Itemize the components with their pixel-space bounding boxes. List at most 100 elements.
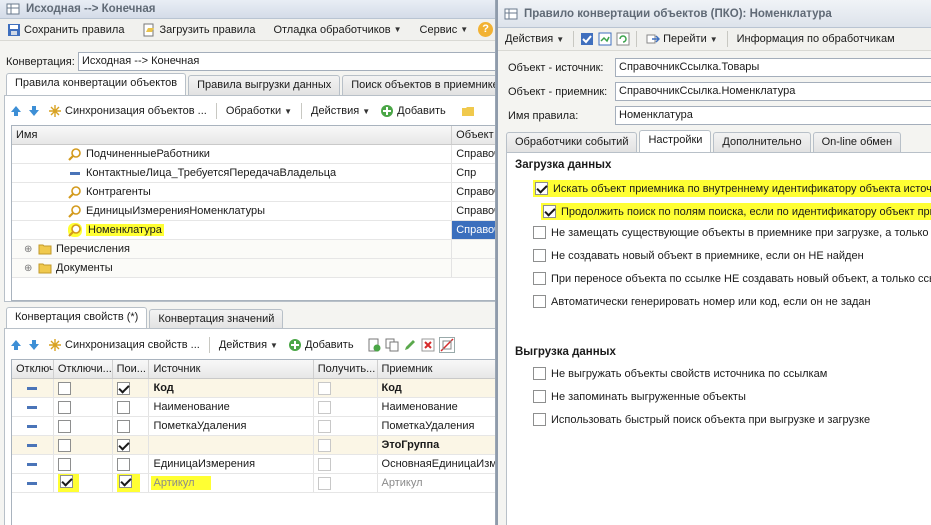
expand-plus-icon[interactable]: ⊕	[24, 244, 32, 255]
search-checkbox[interactable]	[118, 475, 132, 488]
column-header-source[interactable]: Источник	[149, 360, 314, 378]
tab-value-conversion[interactable]: Конвертация значений	[149, 309, 284, 329]
tab-property-conversion[interactable]: Конвертация свойств (*)	[6, 307, 148, 329]
option-checkbox-row[interactable]: Продолжить поиск по полям поиска, если п…	[541, 203, 931, 220]
search-checkbox[interactable]	[116, 419, 130, 433]
debug-handlers-menu[interactable]: Отладка обработчиков ▼	[270, 23, 404, 37]
expand-plus-icon[interactable]: ⊕	[24, 263, 32, 274]
column-header-disabled[interactable]: Отключи...	[12, 360, 54, 378]
get-checkbox[interactable]	[317, 476, 331, 490]
option-checkbox-row[interactable]: Не замещать существующие объекты в прием…	[533, 226, 931, 239]
get-checkbox[interactable]	[317, 457, 331, 471]
table-row[interactable]: Артикул Артикул	[12, 474, 495, 493]
disable-checkbox[interactable]	[59, 475, 73, 488]
table-row[interactable]: Код Код	[12, 379, 495, 398]
get-checkbox[interactable]	[317, 400, 331, 414]
table-row[interactable]: ПодчиненныеРаботники Справоч	[12, 145, 495, 164]
column-header-object[interactable]: Объект	[452, 126, 495, 144]
search-checkbox[interactable]	[116, 400, 130, 414]
column-header-name[interactable]: Имя	[12, 126, 453, 144]
option-checkbox[interactable]	[543, 205, 556, 218]
column-header-get[interactable]: Получить...	[314, 360, 378, 378]
delete-icon[interactable]	[421, 338, 435, 352]
table-row[interactable]: ⊕ Документы	[12, 259, 495, 278]
sync-objects-button[interactable]: Синхронизация объектов ...	[45, 103, 210, 119]
table-row[interactable]: ПометкаУдаления ПометкаУдаления	[12, 417, 495, 436]
get-checkbox[interactable]	[317, 381, 331, 395]
column-header-disable-flag[interactable]: Отключи...	[54, 360, 113, 378]
column-header-receiver[interactable]: Приемник	[378, 360, 495, 378]
option-checkbox-row[interactable]: Автоматически генерировать номер или код…	[533, 295, 871, 308]
help-button[interactable]: ?	[475, 21, 495, 38]
arrow-down-icon[interactable]	[27, 338, 41, 352]
tab-settings[interactable]: Настройки	[639, 130, 712, 152]
option-checkbox-row[interactable]: Не создавать новый объект в приемнике, е…	[533, 249, 864, 262]
properties-actions-menu[interactable]: Действия ▼	[216, 338, 281, 352]
handlers-menu[interactable]: Обработки ▼	[223, 104, 295, 118]
option-checkbox-row[interactable]: Не выгружать объекты свойств источника п…	[533, 367, 827, 380]
conversion-field[interactable]: Исходная --> Конечная	[78, 52, 495, 71]
table-row[interactable]: ⊕ Перечисления	[12, 240, 495, 259]
disable-checkbox[interactable]	[57, 400, 71, 414]
dialog-actions-menu[interactable]: Действия ▼	[502, 32, 567, 46]
goto-menu[interactable]: Перейти ▼	[643, 31, 721, 47]
search-checkbox[interactable]	[116, 457, 130, 471]
copy-icon[interactable]	[385, 338, 399, 352]
arrow-up-icon[interactable]	[9, 104, 23, 118]
disable-checkbox[interactable]	[57, 419, 71, 433]
tab-event-handlers[interactable]: Обработчики событий	[506, 132, 638, 152]
arrow-down-icon[interactable]	[27, 104, 41, 118]
get-checkbox[interactable]	[317, 419, 331, 433]
option-checkbox[interactable]	[533, 390, 546, 403]
tab-data-export-rules[interactable]: Правила выгрузки данных	[188, 75, 341, 95]
arrow-up-icon[interactable]	[9, 338, 23, 352]
sync-properties-button[interactable]: Синхронизация свойств ...	[45, 337, 203, 353]
option-checkbox-row[interactable]: Искать объект приемника по внутреннему и…	[533, 180, 931, 197]
rules-actions-menu[interactable]: Действия ▼	[308, 104, 373, 118]
handlers-info-button[interactable]: Информация по обработчикам	[734, 32, 898, 46]
option-checkbox[interactable]	[533, 249, 546, 262]
disable-checkbox[interactable]	[57, 457, 71, 471]
option-checkbox-row[interactable]: Использовать быстрый поиск объекта при в…	[533, 413, 870, 426]
add-document-icon[interactable]	[367, 338, 381, 352]
column-header-search[interactable]: Пои...	[113, 360, 150, 378]
option-checkbox[interactable]	[533, 226, 546, 239]
rule-name-field[interactable]: Номенклатура	[615, 106, 931, 125]
folder-add-icon[interactable]	[461, 104, 475, 118]
table-row[interactable]: Номенклатура Справоч	[12, 221, 495, 240]
tab-object-search[interactable]: Поиск объектов в приемнике	[342, 75, 495, 95]
refresh-icon[interactable]	[616, 32, 630, 46]
load-rules-button[interactable]: Загрузить правила	[139, 22, 258, 38]
option-checkbox[interactable]	[533, 413, 546, 426]
table-row[interactable]: КонтактныеЛица_ТребуетсяПередачаВладельц…	[12, 164, 495, 183]
add-property-button[interactable]: Добавить	[285, 337, 357, 353]
tab-additional[interactable]: Дополнительно	[713, 132, 811, 152]
disable-checkbox[interactable]	[57, 438, 71, 452]
add-rule-button[interactable]: Добавить	[377, 103, 449, 119]
write-icon[interactable]	[598, 32, 612, 46]
search-checkbox[interactable]	[116, 381, 130, 395]
disable-checkbox[interactable]	[57, 381, 71, 395]
source-object-field[interactable]: СправочникСсылка.Товары	[615, 58, 931, 77]
option-checkbox[interactable]	[533, 272, 546, 285]
option-checkbox[interactable]	[533, 367, 546, 380]
table-row[interactable]: ЕдиницаИзмерения ОсновнаяЕдиницаИзм	[12, 455, 495, 474]
clear-list-icon[interactable]	[438, 337, 455, 353]
table-row[interactable]: Наименование Наименование	[12, 398, 495, 417]
service-menu[interactable]: Сервис ▼	[417, 23, 472, 37]
table-row[interactable]: ЕдиницыИзмеренияНоменклатуры Справоч	[12, 202, 495, 221]
get-checkbox[interactable]	[317, 438, 331, 452]
save-rules-button[interactable]: Сохранить правила	[4, 22, 127, 38]
option-checkbox[interactable]	[533, 295, 546, 308]
tab-object-conversion-rules[interactable]: Правила конвертации объектов	[6, 73, 187, 95]
destination-object-field[interactable]: СправочникСсылка.Номенклатура	[615, 82, 931, 101]
pencil-icon[interactable]	[403, 338, 417, 352]
search-checkbox[interactable]	[116, 438, 130, 452]
save-close-icon[interactable]	[580, 32, 594, 46]
table-row[interactable]: ЭтоГруппа	[12, 436, 495, 455]
tab-online-exchange[interactable]: On-line обмен	[812, 132, 902, 152]
option-checkbox-row[interactable]: Не запоминать выгруженные объекты	[533, 390, 746, 403]
option-checkbox-row[interactable]: При переносе объекта по ссылке НЕ создав…	[533, 272, 931, 285]
table-row[interactable]: Контрагенты Справоч	[12, 183, 495, 202]
option-checkbox[interactable]	[535, 182, 548, 195]
